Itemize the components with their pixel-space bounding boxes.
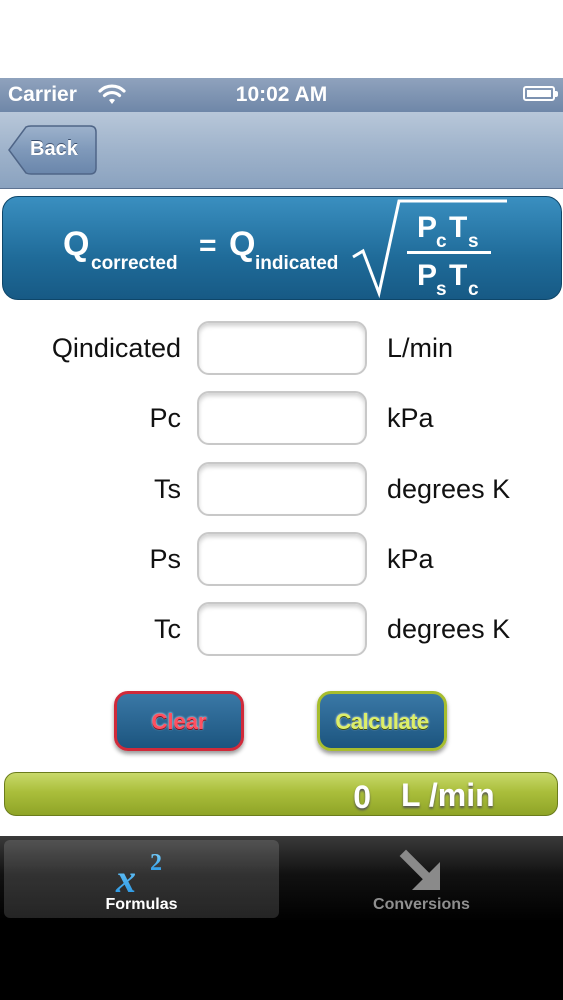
result-unit: L /min	[401, 777, 495, 813]
battery-icon	[523, 86, 558, 101]
pc-input[interactable]	[197, 391, 367, 445]
navigation-bar: Back	[0, 112, 563, 189]
clear-button-label: Clear	[151, 709, 207, 734]
input-row-pc: Pc kPa	[0, 391, 563, 447]
formula-equation: Q corrected = Q indicated P c T s P s T …	[63, 199, 507, 300]
result-value: 0	[353, 779, 371, 815]
field-unit: L/min	[387, 333, 454, 363]
formula-lhs: Q	[63, 225, 89, 263]
numerator-p: P	[417, 211, 437, 244]
qindicated-input[interactable]	[197, 321, 367, 375]
numerator-p-subscript: c	[436, 231, 447, 252]
status-time: 10:02 AM	[235, 83, 328, 106]
denominator-t-subscript: c	[468, 279, 479, 300]
field-unit: degrees K	[387, 474, 511, 504]
x-squared-icon: x 2	[115, 850, 162, 898]
field-label: Qindicated	[51, 333, 181, 363]
field-label: Ps	[149, 544, 181, 574]
input-row-ts: Ts degrees K	[0, 462, 563, 518]
field-label: Tc	[154, 614, 181, 644]
fraction-bar	[407, 251, 491, 254]
ts-input[interactable]	[197, 462, 367, 516]
field-label: Ts	[154, 474, 181, 504]
formula-rhs: Q	[229, 225, 255, 263]
clear-button[interactable]: Clear	[114, 691, 244, 751]
calculator-content: Q corrected = Q indicated P c T s P s T …	[0, 189, 563, 836]
arrow-down-right-icon	[399, 849, 440, 890]
formula-equals: =	[199, 229, 217, 262]
tab-formulas[interactable]: x 2 Formulas	[4, 840, 279, 918]
tab-conversions-label: Conversions	[373, 896, 470, 913]
app-screen: Carrier 10:02 AM Back Q corrected = Q in…	[0, 0, 563, 1000]
input-row-qindicated: Qindicated L/min	[0, 321, 563, 377]
status-bar: Carrier 10:02 AM	[0, 78, 563, 112]
input-row-ps: Ps kPa	[0, 532, 563, 588]
back-button-label: Back	[30, 138, 78, 160]
field-unit: degrees K	[387, 614, 511, 644]
field-unit: kPa	[387, 403, 434, 433]
tab-bar: x 2 Formulas Conversions	[0, 836, 563, 922]
back-button[interactable]: Back	[8, 125, 97, 175]
tab-formulas-label: Formulas	[105, 896, 178, 913]
input-row-tc: Tc degrees K	[0, 602, 563, 658]
svg-text:2: 2	[150, 850, 162, 876]
ps-input[interactable]	[197, 532, 367, 586]
field-unit: kPa	[387, 544, 434, 574]
formula-banner: Q corrected = Q indicated P c T s P s T …	[2, 196, 562, 300]
formula-rhs-subscript: indicated	[255, 253, 338, 274]
denominator-t: T	[449, 259, 467, 292]
calculate-button[interactable]: Calculate	[317, 691, 447, 751]
svg-text:x: x	[115, 856, 136, 898]
numerator-t-subscript: s	[468, 231, 479, 252]
bottom-margin	[0, 922, 563, 1000]
formula-lhs-subscript: corrected	[91, 253, 178, 274]
tab-conversions[interactable]: Conversions	[284, 840, 559, 918]
top-margin	[0, 0, 563, 78]
tc-input[interactable]	[197, 602, 367, 656]
calculate-button-label: Calculate	[335, 709, 429, 734]
field-label: Pc	[149, 403, 181, 433]
denominator-p: P	[417, 259, 437, 292]
denominator-p-subscript: s	[436, 279, 447, 300]
numerator-t: T	[449, 211, 467, 244]
result-display: 0 L /min	[4, 772, 558, 816]
